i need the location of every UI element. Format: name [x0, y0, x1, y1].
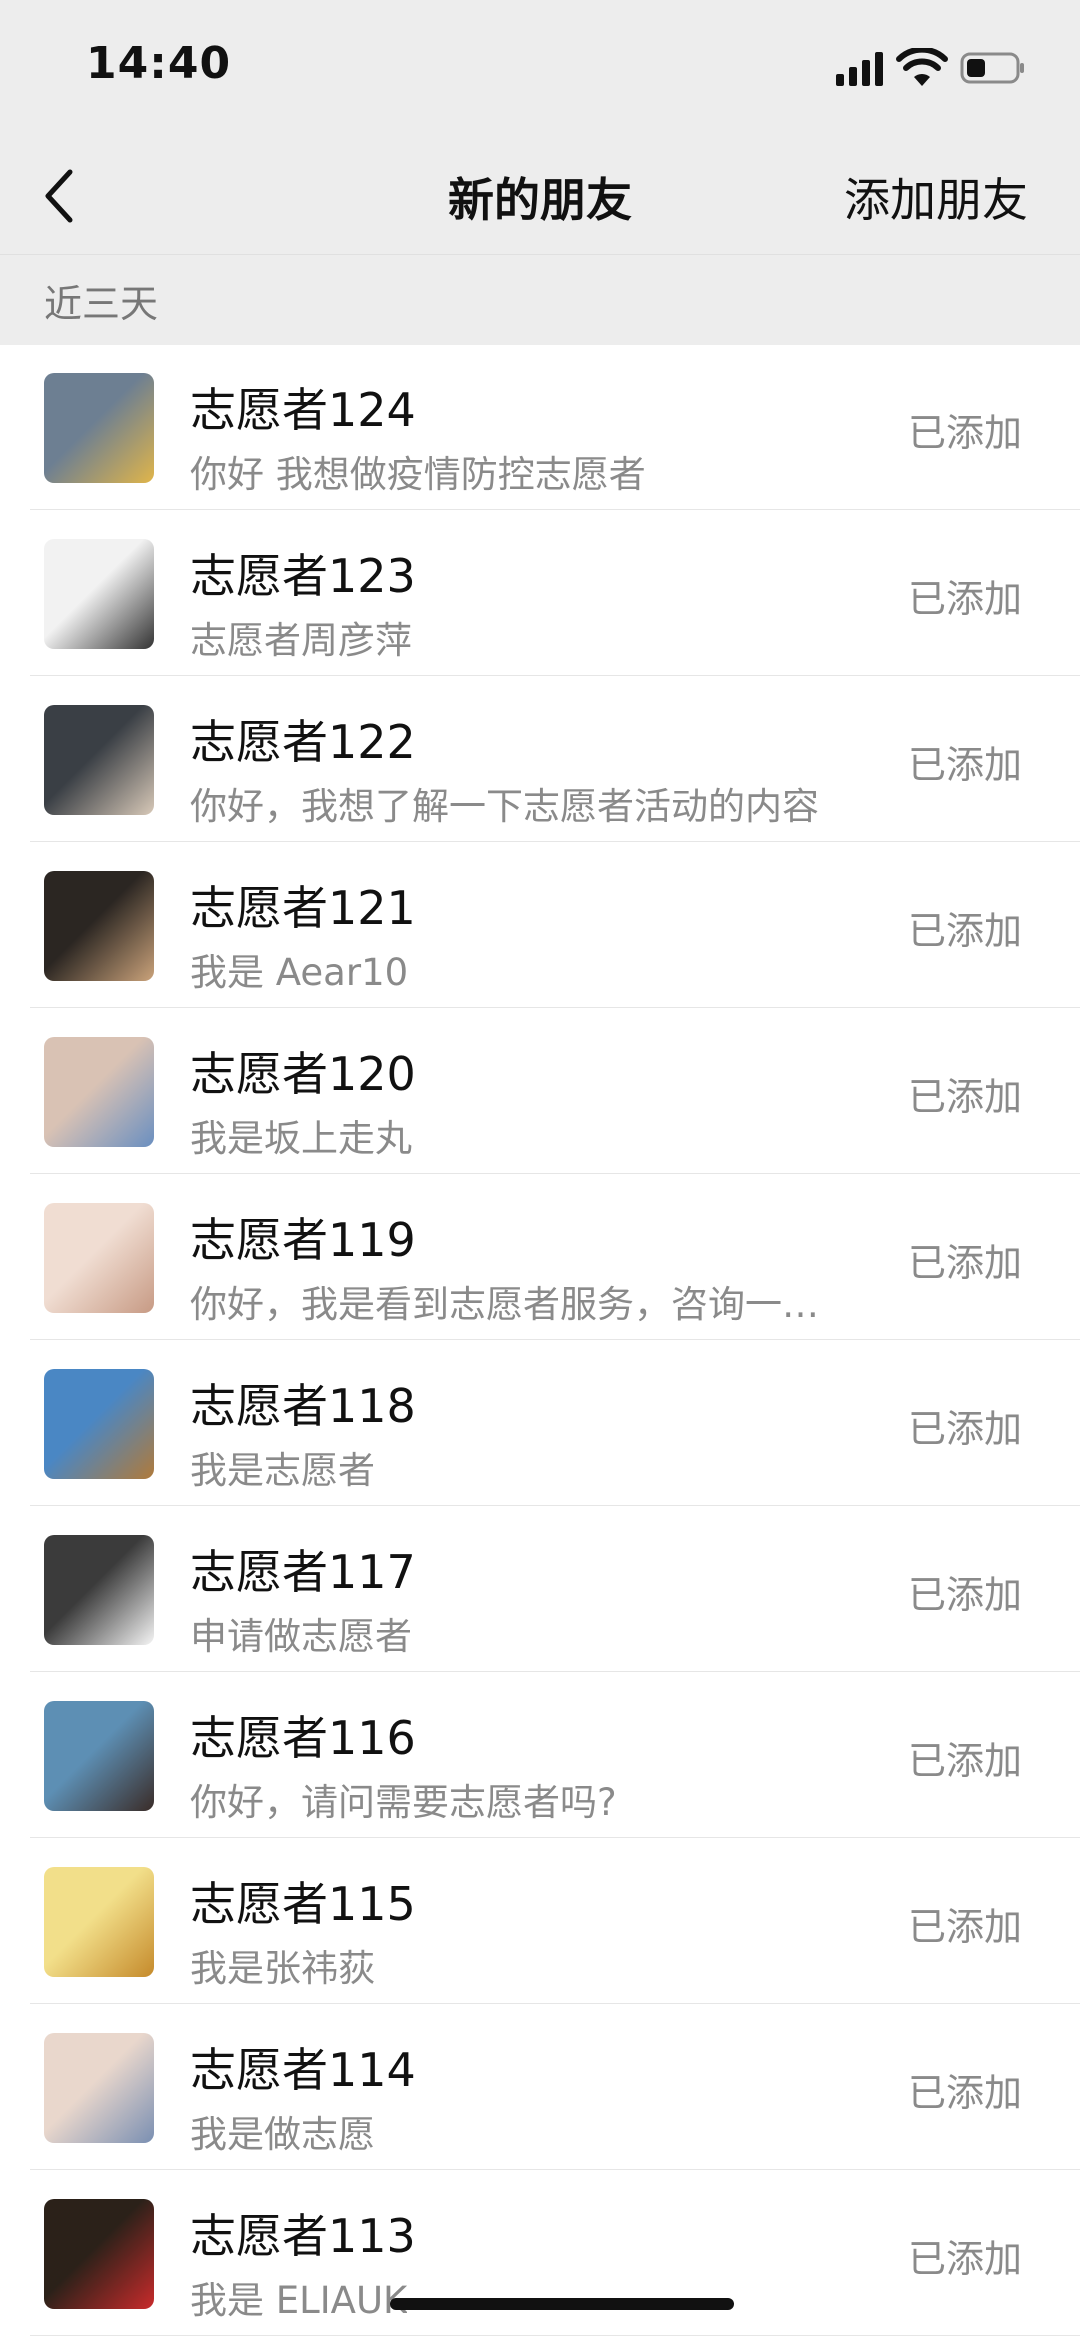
contact-name: 志愿者122	[190, 715, 416, 769]
request-message: 志愿者周彦萍	[190, 619, 412, 662]
request-message: 我是志愿者	[190, 1449, 375, 1492]
avatar	[44, 2199, 154, 2309]
friend-request-row[interactable]: 志愿者120 我是坂上走丸 已添加	[0, 1008, 1080, 1174]
section-header: 近三天	[0, 254, 1080, 345]
added-status: 已添加	[907, 1905, 1022, 1949]
contact-name: 志愿者113	[190, 2209, 416, 2263]
avatar	[44, 871, 154, 981]
friend-request-row[interactable]: 志愿者116 你好，请问需要志愿者吗? 已添加	[0, 1672, 1080, 1838]
contact-name: 志愿者115	[190, 1877, 416, 1931]
cellular-signal-icon	[836, 52, 883, 86]
added-status: 已添加	[907, 743, 1022, 787]
avatar	[44, 1037, 154, 1147]
avatar	[44, 1867, 154, 1977]
request-message: 申请做志愿者	[190, 1615, 412, 1658]
status-bar: 14:40	[0, 0, 1080, 130]
wifi-icon	[896, 48, 948, 86]
avatar	[44, 373, 154, 483]
added-status: 已添加	[907, 2237, 1022, 2281]
added-status: 已添加	[907, 1407, 1022, 1451]
friend-request-row[interactable]: 志愿者122 你好，我想了解一下志愿者活动的内容 已添加	[0, 676, 1080, 842]
added-status: 已添加	[907, 2071, 1022, 2115]
request-message: 我是坂上走丸	[190, 1117, 412, 1160]
request-message: 你好，我是看到志愿者服务，咨询一…	[190, 1283, 819, 1326]
top-bar: 14:40 新的朋友 添加朋友	[0, 0, 1080, 254]
friend-request-row[interactable]: 志愿者123 志愿者周彦萍 已添加	[0, 510, 1080, 676]
avatar	[44, 2033, 154, 2143]
request-message: 我是做志愿	[190, 2113, 375, 2156]
friend-request-row[interactable]: 志愿者113 我是 ELIAUK 已添加	[0, 2170, 1080, 2336]
contact-name: 志愿者118	[190, 1379, 416, 1433]
friend-request-list: 志愿者124 你好 我想做疫情防控志愿者 已添加 志愿者123 志愿者周彦萍 已添加 志愿者…	[0, 344, 1080, 2336]
request-message: 你好，请问需要志愿者吗?	[190, 1781, 617, 1824]
contact-name: 志愿者116	[190, 1711, 416, 1765]
contact-name: 志愿者119	[190, 1213, 416, 1267]
added-status: 已添加	[907, 1075, 1022, 1119]
friend-request-row[interactable]: 志愿者117 申请做志愿者 已添加	[0, 1506, 1080, 1672]
friend-request-row[interactable]: 志愿者114 我是做志愿 已添加	[0, 2004, 1080, 2170]
avatar	[44, 1369, 154, 1479]
home-indicator	[390, 2298, 734, 2310]
added-status: 已添加	[907, 1739, 1022, 1783]
battery-icon	[960, 52, 1024, 84]
add-friend-button[interactable]: 添加朋友	[844, 164, 1028, 230]
request-message: 你好 我想做疫情防控志愿者	[190, 453, 646, 496]
status-time: 14:40	[86, 38, 232, 89]
friend-request-row[interactable]: 志愿者124 你好 我想做疫情防控志愿者 已添加	[0, 344, 1080, 510]
added-status: 已添加	[907, 577, 1022, 621]
request-message: 我是 ELIAUK	[190, 2279, 408, 2322]
friend-request-row[interactable]: 志愿者115 我是张祎荻 已添加	[0, 1838, 1080, 2004]
contact-name: 志愿者123	[190, 549, 416, 603]
friend-request-row[interactable]: 志愿者121 我是 Aear10 已添加	[0, 842, 1080, 1008]
added-status: 已添加	[907, 1573, 1022, 1617]
added-status: 已添加	[907, 909, 1022, 953]
section-label: 近三天	[44, 282, 159, 326]
added-status: 已添加	[907, 1241, 1022, 1285]
avatar	[44, 1535, 154, 1645]
request-message: 你好，我想了解一下志愿者活动的内容	[190, 785, 819, 828]
avatar	[44, 539, 154, 649]
contact-name: 志愿者120	[190, 1047, 416, 1101]
avatar	[44, 705, 154, 815]
contact-name: 志愿者114	[190, 2043, 416, 2097]
friend-request-row[interactable]: 志愿者118 我是志愿者 已添加	[0, 1340, 1080, 1506]
request-message: 我是 Aear10	[190, 951, 409, 994]
request-message: 我是张祎荻	[190, 1947, 375, 1990]
contact-name: 志愿者121	[190, 881, 416, 935]
nav-bar: 新的朋友 添加朋友	[0, 130, 1080, 254]
contact-name: 志愿者117	[190, 1545, 416, 1599]
friend-request-row[interactable]: 志愿者119 你好，我是看到志愿者服务，咨询一… 已添加	[0, 1174, 1080, 1340]
contact-name: 志愿者124	[190, 383, 416, 437]
avatar	[44, 1203, 154, 1313]
avatar	[44, 1701, 154, 1811]
added-status: 已添加	[907, 411, 1022, 455]
